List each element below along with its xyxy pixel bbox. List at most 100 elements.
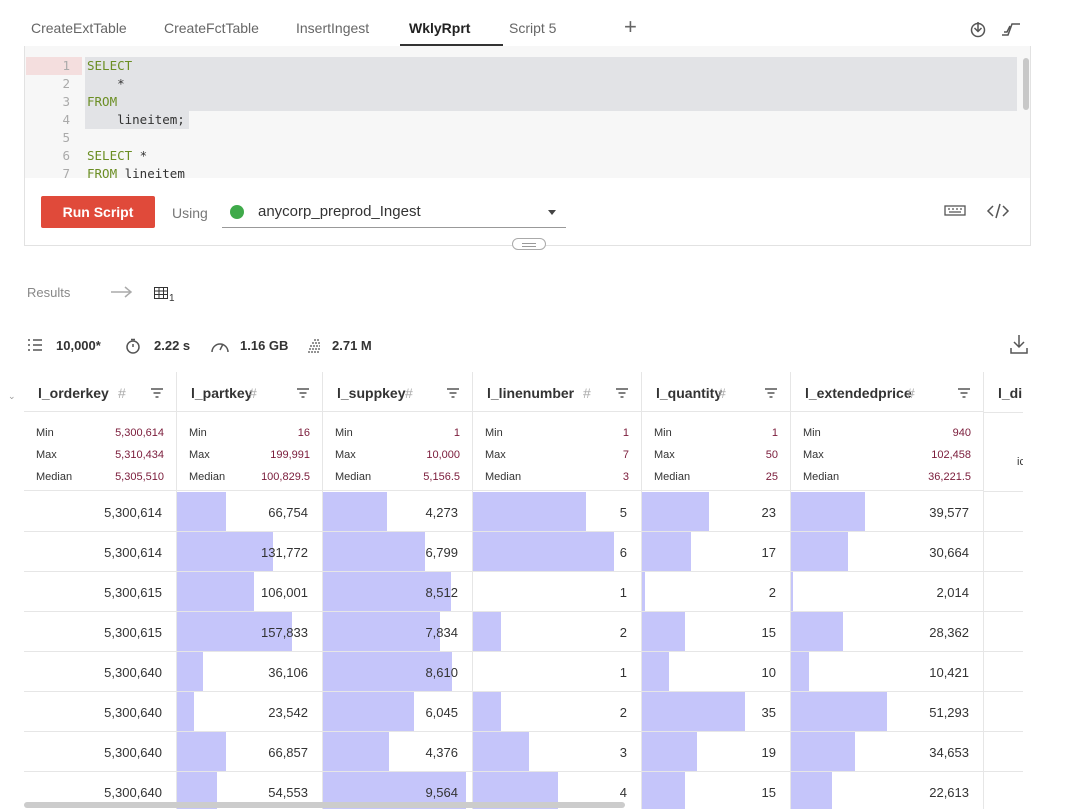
table-cell[interactable]: 1: [473, 652, 641, 692]
table-cell[interactable]: 5,300,640: [24, 692, 176, 732]
table-cell[interactable]: 8,610: [323, 652, 472, 692]
filter-icon[interactable]: [150, 386, 164, 404]
table-cell[interactable]: 30,664: [791, 532, 983, 572]
table-cell[interactable]: 4,376: [323, 732, 472, 772]
sql-editor[interactable]: 1 SELECT 2 * 3 FROM 4 lineitem; 5 6 SELECT * 7 FRO…: [25, 46, 1030, 178]
table-cell[interactable]: 51,293: [791, 692, 983, 732]
download-results-icon[interactable]: [1010, 334, 1028, 359]
column-name: l_orderkey: [38, 385, 109, 401]
column-name: l_linenumber: [487, 385, 575, 401]
column-header[interactable]: l_suppkey #: [323, 372, 472, 412]
summary-label: Max: [654, 449, 675, 461]
panel-resize-handle[interactable]: [512, 238, 546, 250]
table-cell[interactable]: 3: [473, 732, 641, 772]
tab-createfcttable[interactable]: CreateFctTable: [164, 20, 259, 36]
filter-icon[interactable]: [957, 386, 971, 404]
connection-name: anycorp_preprod_Ingest: [258, 203, 421, 220]
column-header[interactable]: l_extendedprice #: [791, 372, 983, 412]
table-cell[interactable]: 5: [473, 492, 641, 532]
filter-icon[interactable]: [764, 386, 778, 404]
tab-wklyrprt[interactable]: WklyRprt: [409, 20, 470, 36]
summary-value: 5,156.5: [423, 471, 460, 483]
table-cell[interactable]: 157,833: [177, 612, 322, 652]
table-cell[interactable]: 2: [473, 612, 641, 652]
table-cell[interactable]: 1: [473, 572, 641, 612]
column-name[interactable]: l_di: [998, 385, 1022, 401]
editor-scrollbar[interactable]: [1023, 58, 1029, 110]
table-cell[interactable]: 23,542: [177, 692, 322, 732]
tab-createexttable[interactable]: CreateExtTable: [31, 20, 127, 36]
value-bar: [642, 612, 685, 651]
table-cell[interactable]: 6,045: [323, 692, 472, 732]
column-header[interactable]: l_linenumber #: [473, 372, 641, 412]
table-cell[interactable]: 5,300,640: [24, 732, 176, 772]
table-cell[interactable]: 7,834: [323, 612, 472, 652]
table-cell[interactable]: 131,772: [177, 532, 322, 572]
table-cell[interactable]: 10,421: [791, 652, 983, 692]
table-cell[interactable]: 4,273: [323, 492, 472, 532]
list-icon: [27, 338, 43, 357]
table-cell[interactable]: 2: [473, 692, 641, 732]
line-number: 1: [62, 58, 70, 73]
connection-select[interactable]: anycorp_preprod_Ingest: [222, 196, 566, 228]
value-bar: [642, 532, 691, 571]
table-cell[interactable]: 15: [642, 772, 790, 809]
column-header[interactable]: l_partkey #: [177, 372, 322, 412]
download-script-icon[interactable]: [969, 20, 989, 40]
table-cell[interactable]: 22,613: [791, 772, 983, 809]
filter-icon[interactable]: [615, 386, 629, 404]
result-set-count: 1: [169, 293, 175, 304]
table-cell[interactable]: 5,300,614: [24, 532, 176, 572]
cell-value: 66,754: [268, 505, 308, 520]
chevron-down-icon: [548, 210, 556, 215]
filter-icon[interactable]: [446, 386, 460, 404]
table-cell[interactable]: 6: [473, 532, 641, 572]
table-cell[interactable]: 2,014: [791, 572, 983, 612]
table-cell[interactable]: 19: [642, 732, 790, 772]
summary-value: 940: [952, 427, 971, 439]
column-header[interactable]: l_orderkey #: [24, 372, 176, 412]
table-cell[interactable]: 35: [642, 692, 790, 732]
cell-value: 2: [768, 585, 776, 600]
column-header[interactable]: l_quantity #: [642, 372, 790, 412]
summary-label: Min: [654, 427, 672, 439]
collapse-caret-icon[interactable]: ⌄: [8, 391, 16, 402]
summary-value: 5,305,510: [115, 471, 164, 483]
table-cell[interactable]: 5,300,615: [24, 572, 176, 612]
keyboard-icon[interactable]: [943, 201, 967, 226]
table-cell[interactable]: 2: [642, 572, 790, 612]
cell-value: 3: [619, 745, 627, 760]
table-cell[interactable]: 23: [642, 492, 790, 532]
table-cell[interactable]: 66,754: [177, 492, 322, 532]
code-icon[interactable]: [986, 201, 1010, 226]
table-cell[interactable]: 8,512: [323, 572, 472, 612]
table-cell[interactable]: 28,362: [791, 612, 983, 652]
add-tab-button[interactable]: +: [624, 14, 637, 40]
numeric-type-icon: #: [583, 385, 591, 401]
table-cell[interactable]: 106,001: [177, 572, 322, 612]
tab-insertingest[interactable]: InsertIngest: [296, 20, 369, 36]
cell-value: 4: [619, 785, 627, 800]
table-cell[interactable]: 15: [642, 612, 790, 652]
code-line: 3 FROM: [25, 93, 1015, 111]
table-cell[interactable]: 17: [642, 532, 790, 572]
table-cell[interactable]: 34,653: [791, 732, 983, 772]
table-cell[interactable]: 5,300,640: [24, 652, 176, 692]
run-script-button[interactable]: Run Script: [41, 196, 155, 228]
tab-script-5[interactable]: Script 5: [509, 20, 556, 36]
table-cell[interactable]: 6,799: [323, 532, 472, 572]
table-cell[interactable]: 66,857: [177, 732, 322, 772]
table-cell[interactable]: 36,106: [177, 652, 322, 692]
column-name: l_quantity: [656, 385, 723, 401]
table-cell[interactable]: 10: [642, 652, 790, 692]
value-bar: [642, 492, 709, 531]
table-grid-icon[interactable]: [154, 286, 168, 304]
horizontal-scrollbar[interactable]: [24, 802, 625, 808]
stepper-icon[interactable]: [1001, 20, 1021, 40]
sql-keyword: SELECT: [87, 148, 133, 163]
table-cell[interactable]: 39,577: [791, 492, 983, 532]
table-cell[interactable]: 5,300,615: [24, 612, 176, 652]
summary-median: Median 25: [654, 471, 778, 485]
filter-icon[interactable]: [296, 386, 310, 404]
table-cell[interactable]: 5,300,614: [24, 492, 176, 532]
